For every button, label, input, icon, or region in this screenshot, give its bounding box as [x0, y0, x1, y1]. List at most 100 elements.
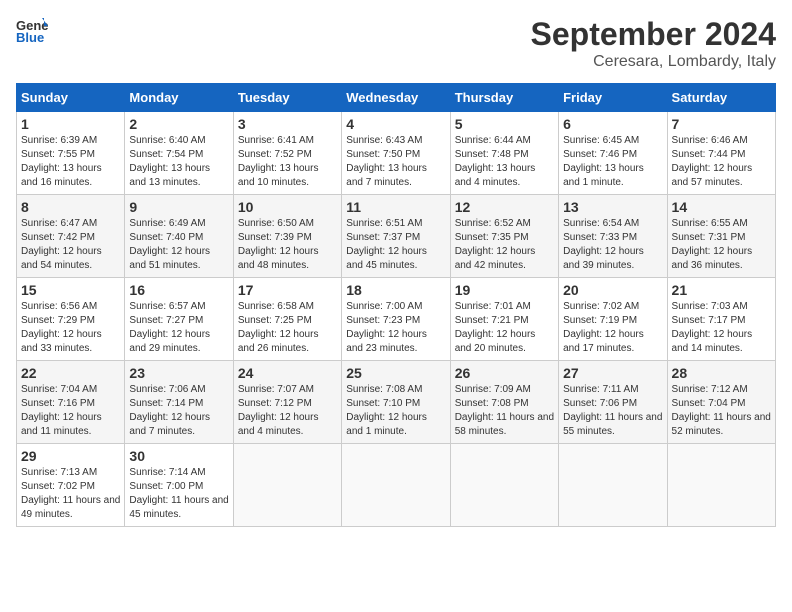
- day-info: Sunrise: 7:02 AMSunset: 7:19 PMDaylight:…: [563, 301, 644, 354]
- day-info: Sunrise: 7:08 AMSunset: 7:10 PMDaylight:…: [346, 384, 427, 437]
- day-number: 5: [455, 116, 554, 132]
- day-number: 30: [129, 448, 228, 464]
- day-info: Sunrise: 7:14 AMSunset: 7:00 PMDaylight:…: [129, 467, 228, 520]
- day-info: Sunrise: 6:56 AMSunset: 7:29 PMDaylight:…: [21, 301, 102, 354]
- table-row: 15 Sunrise: 6:56 AMSunset: 7:29 PMDaylig…: [17, 278, 125, 361]
- table-row: 25 Sunrise: 7:08 AMSunset: 7:10 PMDaylig…: [342, 361, 450, 444]
- table-row: 22 Sunrise: 7:04 AMSunset: 7:16 PMDaylig…: [17, 361, 125, 444]
- day-number: 9: [129, 199, 228, 215]
- table-row: 19 Sunrise: 7:01 AMSunset: 7:21 PMDaylig…: [450, 278, 558, 361]
- calendar-row: 1 Sunrise: 6:39 AMSunset: 7:55 PMDayligh…: [17, 112, 776, 195]
- day-info: Sunrise: 6:50 AMSunset: 7:39 PMDaylight:…: [238, 218, 319, 271]
- table-row: 10 Sunrise: 6:50 AMSunset: 7:39 PMDaylig…: [233, 195, 341, 278]
- day-number: 15: [21, 282, 120, 298]
- day-info: Sunrise: 7:06 AMSunset: 7:14 PMDaylight:…: [129, 384, 210, 437]
- table-row: 20 Sunrise: 7:02 AMSunset: 7:19 PMDaylig…: [559, 278, 667, 361]
- day-info: Sunrise: 6:49 AMSunset: 7:40 PMDaylight:…: [129, 218, 210, 271]
- table-row: 30 Sunrise: 7:14 AMSunset: 7:00 PMDaylig…: [125, 444, 233, 527]
- day-number: 14: [672, 199, 771, 215]
- table-row: 3 Sunrise: 6:41 AMSunset: 7:52 PMDayligh…: [233, 112, 341, 195]
- day-info: Sunrise: 7:03 AMSunset: 7:17 PMDaylight:…: [672, 301, 753, 354]
- day-number: 7: [672, 116, 771, 132]
- day-number: 4: [346, 116, 445, 132]
- col-friday: Friday: [559, 84, 667, 112]
- day-info: Sunrise: 6:55 AMSunset: 7:31 PMDaylight:…: [672, 218, 753, 271]
- table-row: 1 Sunrise: 6:39 AMSunset: 7:55 PMDayligh…: [17, 112, 125, 195]
- day-info: Sunrise: 6:46 AMSunset: 7:44 PMDaylight:…: [672, 135, 753, 188]
- table-row: 5 Sunrise: 6:44 AMSunset: 7:48 PMDayligh…: [450, 112, 558, 195]
- day-number: 10: [238, 199, 337, 215]
- day-number: 20: [563, 282, 662, 298]
- table-row: 17 Sunrise: 6:58 AMSunset: 7:25 PMDaylig…: [233, 278, 341, 361]
- table-row: 9 Sunrise: 6:49 AMSunset: 7:40 PMDayligh…: [125, 195, 233, 278]
- table-row: 28 Sunrise: 7:12 AMSunset: 7:04 PMDaylig…: [667, 361, 775, 444]
- day-info: Sunrise: 6:57 AMSunset: 7:27 PMDaylight:…: [129, 301, 210, 354]
- day-info: Sunrise: 7:01 AMSunset: 7:21 PMDaylight:…: [455, 301, 536, 354]
- table-row: 21 Sunrise: 7:03 AMSunset: 7:17 PMDaylig…: [667, 278, 775, 361]
- col-tuesday: Tuesday: [233, 84, 341, 112]
- title-block: September 2024 Ceresara, Lombardy, Italy: [531, 16, 776, 71]
- table-row: [233, 444, 341, 527]
- day-info: Sunrise: 6:41 AMSunset: 7:52 PMDaylight:…: [238, 135, 319, 188]
- col-wednesday: Wednesday: [342, 84, 450, 112]
- day-number: 28: [672, 365, 771, 381]
- col-thursday: Thursday: [450, 84, 558, 112]
- day-number: 8: [21, 199, 120, 215]
- table-row: 27 Sunrise: 7:11 AMSunset: 7:06 PMDaylig…: [559, 361, 667, 444]
- month-year-title: September 2024: [531, 16, 776, 53]
- day-number: 6: [563, 116, 662, 132]
- table-row: 18 Sunrise: 7:00 AMSunset: 7:23 PMDaylig…: [342, 278, 450, 361]
- calendar-table: Sunday Monday Tuesday Wednesday Thursday…: [16, 83, 776, 527]
- table-row: 16 Sunrise: 6:57 AMSunset: 7:27 PMDaylig…: [125, 278, 233, 361]
- day-info: Sunrise: 7:12 AMSunset: 7:04 PMDaylight:…: [672, 384, 771, 437]
- col-sunday: Sunday: [17, 84, 125, 112]
- day-number: 19: [455, 282, 554, 298]
- day-number: 2: [129, 116, 228, 132]
- table-row: [559, 444, 667, 527]
- table-row: 7 Sunrise: 6:46 AMSunset: 7:44 PMDayligh…: [667, 112, 775, 195]
- calendar-row: 29 Sunrise: 7:13 AMSunset: 7:02 PMDaylig…: [17, 444, 776, 527]
- day-info: Sunrise: 6:58 AMSunset: 7:25 PMDaylight:…: [238, 301, 319, 354]
- col-monday: Monday: [125, 84, 233, 112]
- table-row: 23 Sunrise: 7:06 AMSunset: 7:14 PMDaylig…: [125, 361, 233, 444]
- day-info: Sunrise: 6:54 AMSunset: 7:33 PMDaylight:…: [563, 218, 644, 271]
- table-row: 8 Sunrise: 6:47 AMSunset: 7:42 PMDayligh…: [17, 195, 125, 278]
- day-number: 18: [346, 282, 445, 298]
- location-subtitle: Ceresara, Lombardy, Italy: [531, 53, 776, 71]
- day-info: Sunrise: 7:11 AMSunset: 7:06 PMDaylight:…: [563, 384, 662, 437]
- table-row: 2 Sunrise: 6:40 AMSunset: 7:54 PMDayligh…: [125, 112, 233, 195]
- table-row: 4 Sunrise: 6:43 AMSunset: 7:50 PMDayligh…: [342, 112, 450, 195]
- day-number: 29: [21, 448, 120, 464]
- day-number: 12: [455, 199, 554, 215]
- table-row: 13 Sunrise: 6:54 AMSunset: 7:33 PMDaylig…: [559, 195, 667, 278]
- day-info: Sunrise: 6:47 AMSunset: 7:42 PMDaylight:…: [21, 218, 102, 271]
- day-number: 24: [238, 365, 337, 381]
- header-row: Sunday Monday Tuesday Wednesday Thursday…: [17, 84, 776, 112]
- table-row: 26 Sunrise: 7:09 AMSunset: 7:08 PMDaylig…: [450, 361, 558, 444]
- table-row: 24 Sunrise: 7:07 AMSunset: 7:12 PMDaylig…: [233, 361, 341, 444]
- calendar-row: 15 Sunrise: 6:56 AMSunset: 7:29 PMDaylig…: [17, 278, 776, 361]
- table-row: 11 Sunrise: 6:51 AMSunset: 7:37 PMDaylig…: [342, 195, 450, 278]
- day-info: Sunrise: 6:44 AMSunset: 7:48 PMDaylight:…: [455, 135, 536, 188]
- logo-icon: General Blue: [16, 16, 48, 44]
- page-header: General Blue September 2024 Ceresara, Lo…: [16, 16, 776, 71]
- day-number: 3: [238, 116, 337, 132]
- day-number: 21: [672, 282, 771, 298]
- day-info: Sunrise: 6:40 AMSunset: 7:54 PMDaylight:…: [129, 135, 210, 188]
- svg-text:Blue: Blue: [16, 30, 44, 44]
- day-info: Sunrise: 7:04 AMSunset: 7:16 PMDaylight:…: [21, 384, 102, 437]
- day-number: 11: [346, 199, 445, 215]
- day-number: 25: [346, 365, 445, 381]
- day-info: Sunrise: 7:13 AMSunset: 7:02 PMDaylight:…: [21, 467, 120, 520]
- day-info: Sunrise: 7:00 AMSunset: 7:23 PMDaylight:…: [346, 301, 427, 354]
- day-info: Sunrise: 6:39 AMSunset: 7:55 PMDaylight:…: [21, 135, 102, 188]
- col-saturday: Saturday: [667, 84, 775, 112]
- day-number: 1: [21, 116, 120, 132]
- day-number: 17: [238, 282, 337, 298]
- table-row: 6 Sunrise: 6:45 AMSunset: 7:46 PMDayligh…: [559, 112, 667, 195]
- table-row: 14 Sunrise: 6:55 AMSunset: 7:31 PMDaylig…: [667, 195, 775, 278]
- day-info: Sunrise: 6:43 AMSunset: 7:50 PMDaylight:…: [346, 135, 427, 188]
- day-info: Sunrise: 6:45 AMSunset: 7:46 PMDaylight:…: [563, 135, 644, 188]
- table-row: [450, 444, 558, 527]
- day-number: 26: [455, 365, 554, 381]
